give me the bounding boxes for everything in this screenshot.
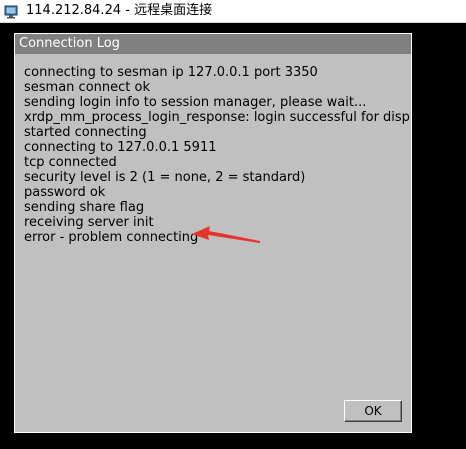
red-arrow-annotation — [192, 226, 260, 243]
window-title: 114.212.84.24 - 远程桌面连接 — [26, 3, 213, 18]
dialog-title: Connection Log — [19, 36, 120, 51]
log-line: tcp connected — [24, 155, 117, 170]
log-line: password ok — [24, 185, 106, 200]
dialog-titlebar[interactable]: Connection Log — [15, 34, 411, 54]
log-line: sending share flag — [24, 200, 145, 215]
ok-button[interactable]: OK — [344, 400, 402, 422]
log-line: connecting to sesman ip 127.0.0.1 port 3… — [24, 65, 318, 80]
log-line: sesman connect ok — [24, 80, 150, 95]
window-titlebar: 114.212.84.24 - 远程桌面连接 — [0, 0, 466, 23]
arrow-shape — [192, 226, 260, 243]
log-line: xrdp_mm_process_login_response: login su… — [24, 110, 412, 125]
log-list: connecting to sesman ip 127.0.0.1 port 3… — [24, 65, 412, 245]
log-line: security level is 2 (1 = none, 2 = stand… — [24, 170, 306, 185]
log-line: started connecting — [24, 125, 147, 140]
remote-desktop-icon — [4, 4, 18, 19]
log-line: sending login info to session manager, p… — [24, 95, 367, 110]
log-line: connecting to 127.0.0.1 5911 — [24, 140, 217, 155]
